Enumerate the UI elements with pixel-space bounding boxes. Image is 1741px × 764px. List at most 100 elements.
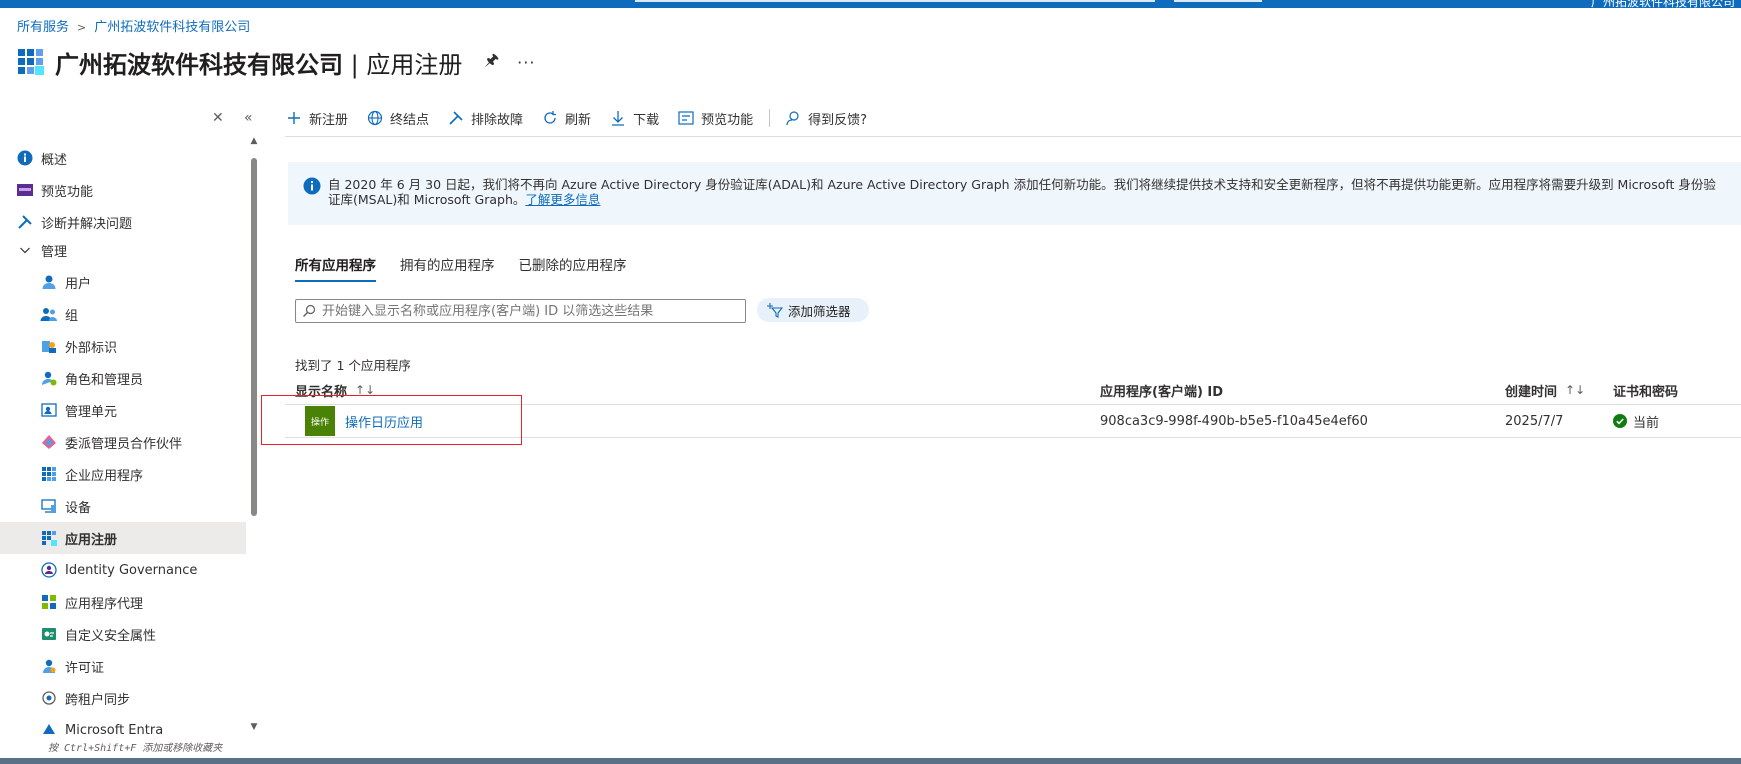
sidebar-item-label: 角色和管理员: [65, 372, 144, 388]
sidebar-item-partner[interactable]: 委派管理员合作伙伴: [0, 426, 246, 458]
info-icon: [16, 149, 34, 167]
add-filter-label: 添加筛选器: [788, 303, 851, 319]
filter-search-box[interactable]: [295, 299, 746, 323]
created-cell: 2025/7/7: [1505, 413, 1564, 429]
page-title-org: 广州拓波软件科技有限公司: [55, 50, 343, 79]
tab-deleted-applications[interactable]: 已删除的应用程序: [519, 254, 627, 282]
sort-icon[interactable]: ↑↓: [1565, 383, 1585, 397]
sidebar-item-identity-governance[interactable]: Identity Governance: [0, 554, 246, 586]
breadcrumb-current[interactable]: 广州拓波软件科技有限公司: [94, 20, 250, 35]
refresh-button[interactable]: 刷新: [541, 109, 591, 128]
troubleshoot-button[interactable]: 排除故障: [447, 109, 523, 128]
toolbar-divider-line: [285, 136, 1741, 137]
endpoints-button[interactable]: 终结点: [366, 109, 429, 128]
sidebar-item-label: 组: [65, 308, 79, 324]
chevron-down-icon[interactable]: [16, 241, 34, 259]
sidebar-group-manage[interactable]: 管理: [0, 238, 246, 262]
new-registration-label: 新注册: [309, 112, 349, 128]
sidebar-item-label: 自定义安全属性: [65, 628, 157, 644]
download-button[interactable]: 下载: [609, 109, 659, 128]
info-icon: [303, 177, 321, 195]
preview-icon: [16, 181, 34, 199]
license-icon: [40, 657, 58, 675]
download-icon: [609, 109, 627, 127]
command-bar: 新注册 终结点 排除故障 刷新 下载 预览功能 得到反馈?: [285, 104, 885, 132]
sync-icon: [40, 689, 58, 707]
sidebar-item-external-identity[interactable]: 外部标识: [0, 330, 246, 362]
column-client-id-label: 应用程序(客户端) ID: [1100, 384, 1224, 400]
sidebar-item-label: 预览功能: [41, 184, 94, 200]
pin-icon[interactable]: 🖈: [484, 49, 499, 76]
sidebar-item-group[interactable]: 组: [0, 298, 246, 330]
check-circle-icon: [1613, 414, 1627, 428]
column-client-id[interactable]: 应用程序(客户端) ID: [1100, 376, 1223, 404]
certificates-cell: 当前: [1613, 405, 1659, 437]
external-identity-icon: [40, 337, 58, 355]
custom-security-icon: [40, 625, 58, 643]
column-certificates[interactable]: 证书和密码: [1613, 376, 1678, 404]
sidebar-item-label: 委派管理员合作伙伴: [65, 436, 183, 452]
identity-governance-icon: [40, 561, 58, 579]
account-name[interactable]: 广州拓波软件科技有限公司: [1591, 0, 1735, 10]
tools-icon: [447, 109, 465, 127]
sidebar-item-info[interactable]: 概述: [0, 142, 246, 174]
sidebar-item-label: 外部标识: [65, 340, 118, 356]
tab-owned-applications[interactable]: 拥有的应用程序: [400, 254, 495, 282]
global-search-input[interactable]: [635, 0, 1155, 2]
new-registration-button[interactable]: 新注册: [285, 109, 348, 128]
sidebar-item-role[interactable]: 角色和管理员: [0, 362, 246, 394]
learn-more-link[interactable]: 了解更多信息: [525, 192, 600, 207]
globe-icon: [366, 109, 384, 127]
breadcrumb-root[interactable]: 所有服务: [17, 20, 69, 35]
more-options-button[interactable]: ···: [517, 53, 535, 72]
favorites-hint: 按 Ctrl+Shift+F 添加或移除收藏夹: [48, 743, 223, 754]
toolbar-divider: [769, 109, 771, 127]
endpoints-label: 终结点: [390, 112, 430, 128]
role-icon: [40, 369, 58, 387]
scroll-down-icon[interactable]: ▼: [249, 722, 259, 732]
sidebar-item-admin-unit[interactable]: 管理单元: [0, 394, 246, 426]
app-registrations-icon: [40, 529, 58, 547]
sidebar-scrollbar[interactable]: ▲ ▼: [249, 136, 259, 732]
scroll-up-icon[interactable]: ▲: [249, 136, 259, 146]
sidebar-item-app-proxy[interactable]: 应用程序代理: [0, 586, 246, 618]
page-header: 广州拓波软件科技有限公司 | 应用注册 🖈 ···: [17, 44, 535, 80]
sidebar-item-user[interactable]: 用户: [0, 266, 246, 298]
info-banner: 自 2020 年 6 月 30 日起，我们将不再向 Azure Active D…: [288, 162, 1741, 225]
column-created[interactable]: 创建时间 ↑↓: [1505, 376, 1585, 404]
sidebar-item-license[interactable]: 许可证: [0, 650, 246, 682]
certificate-status: 当前: [1633, 415, 1660, 431]
sidebar-item-label: 诊断并解决问题: [41, 216, 133, 232]
sidebar-item-custom-security[interactable]: 自定义安全属性: [0, 618, 246, 650]
feedback-button[interactable]: 得到反馈?: [784, 109, 867, 128]
sidebar-item-label: 应用注册: [65, 532, 118, 548]
scrollbar-thumb[interactable]: [251, 158, 257, 516]
close-search-icon[interactable]: ✕: [212, 110, 224, 126]
enterprise-apps-icon: [40, 465, 58, 483]
device-icon: [40, 497, 58, 515]
sidebar-item-wrench[interactable]: 诊断并解决问题: [0, 206, 246, 238]
sidebar-item-device[interactable]: 设备: [0, 490, 246, 522]
sidebar-item-label: 管理: [41, 244, 68, 260]
sidebar-item-app-registrations[interactable]: 应用注册: [0, 522, 246, 554]
copilot-button[interactable]: [1174, 0, 1262, 2]
preview-features-button[interactable]: 预览功能: [677, 109, 753, 128]
refresh-icon: [541, 109, 559, 127]
sidebar-item-sync[interactable]: 跨租户同步: [0, 682, 246, 714]
sidebar-item-label: 设备: [65, 500, 92, 516]
sidebar-item-enterprise-apps[interactable]: 企业应用程序: [0, 458, 246, 490]
collapse-menu-icon[interactable]: «: [244, 110, 253, 126]
add-filter-button[interactable]: 添加筛选器: [757, 298, 869, 322]
sidebar-item-preview[interactable]: 预览功能: [0, 174, 246, 206]
tab-all-applications[interactable]: 所有应用程序: [295, 254, 376, 282]
page-title: 广州拓波软件科技有限公司 | 应用注册: [55, 45, 462, 80]
refresh-label: 刷新: [565, 112, 592, 128]
sidebar-item-label: 跨租户同步: [65, 692, 131, 708]
feedback-icon: [784, 109, 802, 127]
search-input[interactable]: [320, 302, 744, 320]
info-banner-text: 自 2020 年 6 月 30 日起，我们将不再向 Azure Active D…: [328, 177, 1728, 207]
preview-features-label: 预览功能: [701, 112, 754, 128]
admin-unit-icon: [40, 401, 58, 419]
troubleshoot-label: 排除故障: [471, 112, 524, 128]
sidebar-item-label: 管理单元: [65, 404, 118, 420]
